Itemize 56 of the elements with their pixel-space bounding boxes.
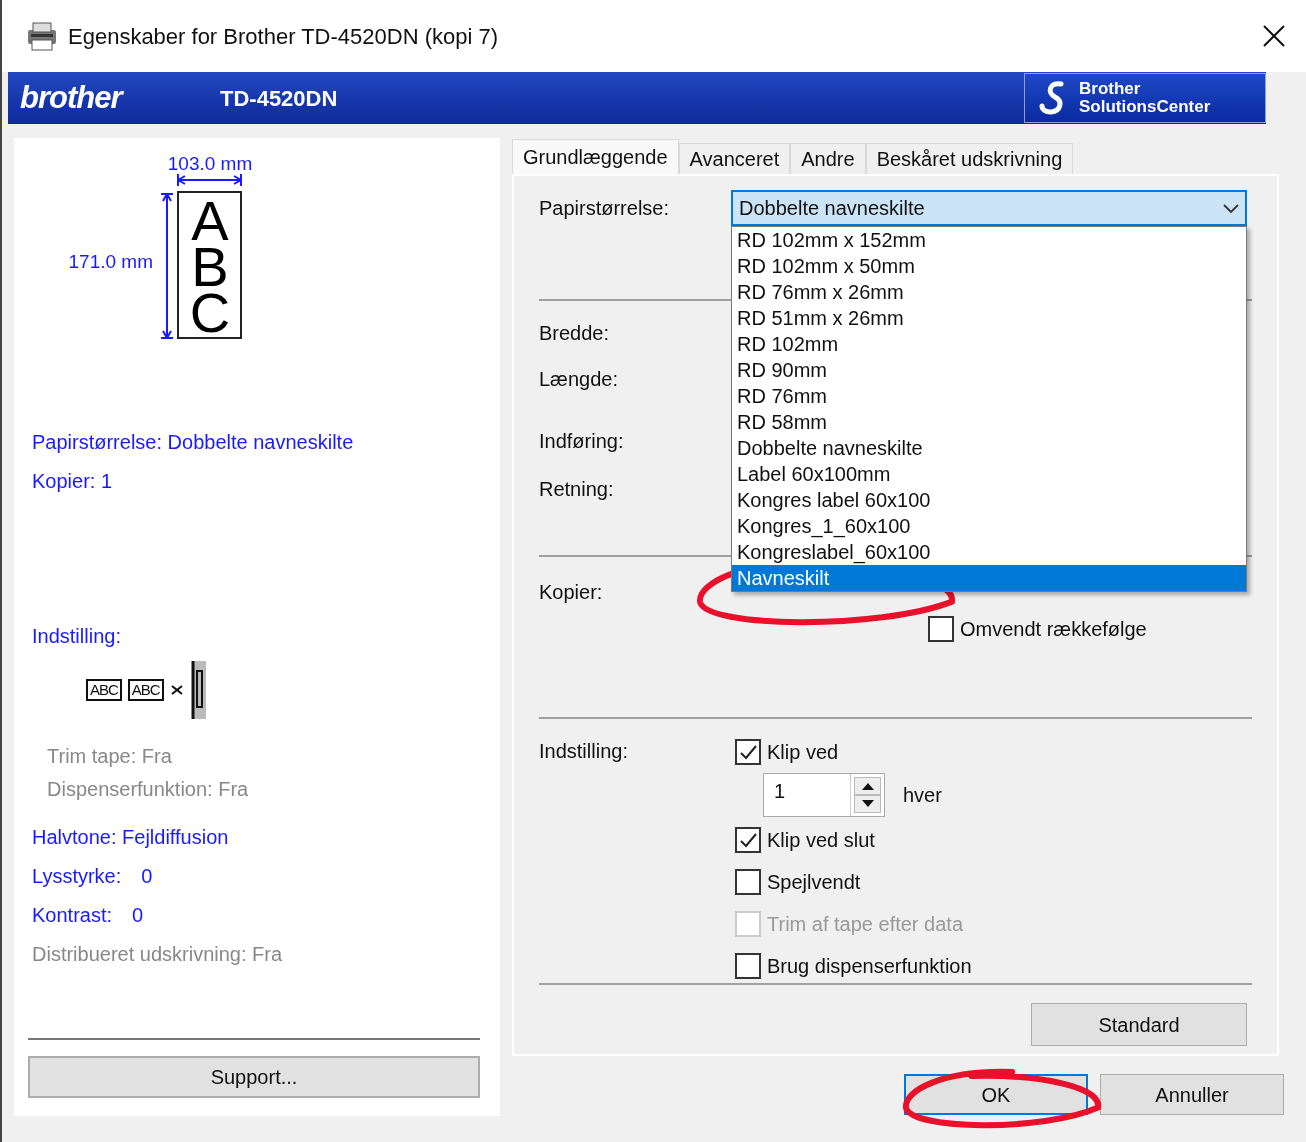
tab[interactable]: Andre [790,143,866,174]
width-label: 103.0 mm [167,153,253,174]
dropdown-option[interactable]: RD 102mm x 152mm [732,227,1246,253]
field-label: Retning: [539,477,615,501]
dropdown-option[interactable]: RD 51mm x 26mm [732,305,1246,331]
summary-text: Dispenserfunktion: Fra [47,777,250,801]
dropdown-option[interactable]: Kongres label 60x100 [732,487,1246,513]
sample-label: ABC [127,679,164,701]
standard-button[interactable]: Standard [1031,1003,1247,1046]
dropdown-option[interactable]: Kongreslabel_60x100 [732,539,1246,565]
dropdown-option[interactable]: RD 102mm [732,331,1246,357]
summary-text: Halvtone: Fejldiffusion [32,825,230,849]
summary-text: Indstilling: [32,624,122,648]
checkbox-label: Klip ved slut [767,828,875,853]
field-label: Kopier: [539,580,604,604]
checkbox-label: Klip ved [767,740,839,765]
dropdown-option[interactable]: Dobbelte navneskilte [732,435,1246,461]
unit-label: hver [903,783,942,808]
support-button[interactable]: Support... [28,1056,480,1098]
checkbox-label: Spejlvendt [767,870,861,895]
summary-text: Distribueret udskrivning: Fra [32,942,284,966]
dropdown-option[interactable]: RD 102mm x 50mm [732,253,1246,279]
summary-value: 0 [141,864,153,888]
checkbox-label: Trim af tape efter data [767,912,963,937]
sample-label: ABC [86,679,122,701]
dropdown-option[interactable]: RD 90mm [732,357,1246,383]
field-label: Længde: [539,367,619,391]
dropdown-option[interactable]: RD 76mm [732,383,1246,409]
dropdown-option[interactable]: RD 76mm x 26mm [732,279,1246,305]
field-label: Indstilling: [539,739,629,764]
paper-size-dropdown[interactable]: Dobbelte navneskilte [731,190,1247,226]
dropdown-option[interactable]: Kongres_1_60x100 [732,513,1246,539]
checkbox-label: Brug dispenserfunktion [767,954,972,979]
height-label: 171.0 mm [68,251,153,272]
number-spinner[interactable]: 1 [763,773,885,817]
summary-label: Kontrast: [32,903,113,927]
field-label: Bredde: [539,321,611,345]
summary-value: 0 [132,903,144,927]
checkbox-label: Omvendt rækkefølge [960,617,1147,642]
summary-text: Papirstørrelse: Dobbelte navneskilte [32,430,355,454]
window-title: Egenskaber for Brother TD-4520DN (kopi 7) [68,22,499,51]
tab[interactable]: Beskåret udskrivning [865,143,1074,174]
brand-logo: brother [20,78,125,117]
tab[interactable]: Avanceret [678,143,791,174]
summary-text: Kopier: 1 [32,469,114,493]
printer-model: TD-4520DN [220,84,339,113]
tab[interactable]: Grundlæggende [512,139,679,174]
solutions-center-button[interactable]: Brother SolutionsCenter [1024,73,1266,123]
summary-text: Trim tape: Fra [47,744,173,768]
dropdown-option[interactable]: Navneskilt [732,565,1246,591]
summary-label: Lysstyrke: [32,864,122,888]
dialog-button[interactable]: Annuller [1100,1074,1284,1115]
dropdown-option[interactable]: Label 60x100mm [732,461,1246,487]
field-label: Indføring: [539,429,625,453]
field-label: Papirstørrelse: [539,196,671,220]
dropdown-option[interactable]: RD 58mm [732,409,1246,435]
